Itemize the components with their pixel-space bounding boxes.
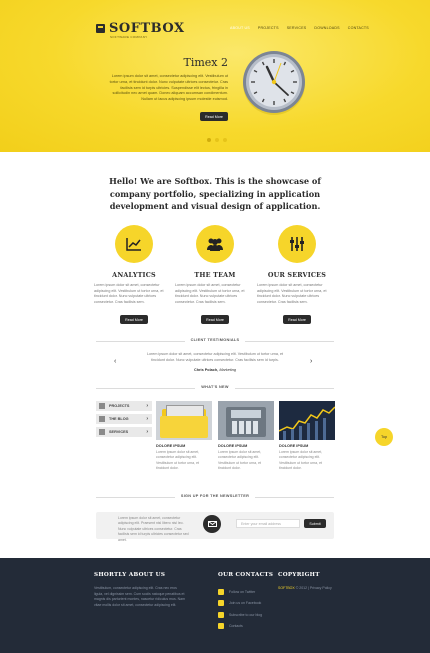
nav-item-services[interactable]: SERVICES bbox=[283, 26, 311, 30]
footer-copyright-heading: COPYRIGHT bbox=[278, 572, 320, 578]
services-icon bbox=[99, 429, 105, 435]
testimonial-author: Chris Polach, Marketing bbox=[0, 368, 430, 372]
contact-label: Contacts bbox=[229, 624, 243, 629]
rss-icon bbox=[218, 611, 224, 618]
contact-facebook[interactable]: Join us on Facebook bbox=[218, 598, 262, 610]
nav-item-projects[interactable]: PROJECTS bbox=[254, 26, 283, 30]
logo-title: SOFTBOX bbox=[109, 21, 185, 36]
footer-about-text: Vestibulum, consectetur adipiscing elit.… bbox=[94, 586, 186, 607]
contact-blog[interactable]: Subscribe to our blog bbox=[218, 609, 262, 621]
feature-analytics: ANALYTICS Lorem ipsum dolor sit amet, co… bbox=[94, 225, 174, 325]
footer-contacts: Follow on Twitter Join us on Facebook Su… bbox=[218, 586, 262, 632]
news-title[interactable]: DOLORE IPSUM bbox=[279, 444, 335, 448]
feature-text: Lorem ipsum dolor sit amet, consectetur … bbox=[257, 283, 327, 304]
team-icon bbox=[196, 225, 234, 263]
news-text: Lorem ipsum dolor sit amet, consectetur … bbox=[279, 450, 323, 471]
slider-dot-3[interactable] bbox=[223, 138, 227, 142]
chevron-right-icon: › bbox=[146, 403, 148, 409]
copyright-brand[interactable]: SOFTBOX bbox=[278, 586, 295, 590]
logo-tagline: SOFTWARE COMPANY bbox=[110, 35, 148, 39]
feature-title: OUR SERVICES bbox=[267, 271, 327, 279]
facebook-icon bbox=[218, 600, 224, 607]
envelope-icon bbox=[203, 515, 221, 533]
submit-button[interactable]: Submit bbox=[304, 519, 326, 528]
footer-about-heading: SHORTLY ABOUT US bbox=[94, 572, 166, 578]
contact-contacts[interactable]: Contacts bbox=[218, 621, 262, 633]
menu-item-services[interactable]: SERVICES › bbox=[96, 427, 152, 437]
chevron-right-icon: › bbox=[146, 429, 148, 435]
contact-label: Subscribe to our blog bbox=[229, 612, 263, 617]
whats-new-label: WHAT'S NEW bbox=[195, 385, 235, 389]
sliders-icon bbox=[278, 225, 316, 263]
nav-item-about[interactable]: ABOUT US bbox=[226, 26, 254, 30]
menu-item-label: THE BLOG bbox=[109, 417, 129, 421]
folders-image[interactable] bbox=[156, 401, 212, 440]
intro-heading: Hello! We are Softbox. This is the showc… bbox=[109, 176, 321, 211]
news-item: DOLORE IPSUM Lorem ipsum dolor sit amet,… bbox=[279, 401, 335, 472]
copyright-text: © 2012 | Privacy Policy bbox=[295, 586, 332, 590]
menu-item-blog[interactable]: THE BLOG › bbox=[96, 414, 152, 424]
testimonials-label: CLIENT TESTIMONIALS bbox=[184, 338, 246, 342]
blog-icon bbox=[99, 416, 105, 422]
slider-dot-2[interactable] bbox=[215, 138, 219, 142]
clock-image bbox=[243, 51, 305, 115]
feature-team: THE TEAM Lorem ipsum dolor sit amet, con… bbox=[175, 225, 255, 325]
newsletter-heading: SIGN UP FOR THE NEWSLETTER bbox=[0, 494, 430, 498]
newsletter-label: SIGN UP FOR THE NEWSLETTER bbox=[174, 494, 256, 498]
news-title[interactable]: DOLORE IPSUM bbox=[156, 444, 212, 448]
footer-contacts-heading: OUR CONTACTS bbox=[218, 572, 274, 578]
read-more-button[interactable]: Read More bbox=[120, 315, 148, 325]
slider-pagination bbox=[207, 138, 227, 142]
contact-label: Follow on Twitter bbox=[229, 589, 256, 594]
logo[interactable]: SOFTBOX bbox=[96, 21, 185, 36]
whats-new-heading: WHAT'S NEW bbox=[0, 385, 430, 389]
menu-item-label: SERVICES bbox=[109, 430, 129, 434]
footer-copyright: SOFTBOX © 2012 | Privacy Policy bbox=[278, 586, 332, 590]
testimonial-text: Lorem ipsum dolor sit amet, consectetur … bbox=[146, 352, 284, 362]
back-to-top-button[interactable]: Top bbox=[375, 428, 393, 446]
whats-new-menu: PROJECTS › THE BLOG › SERVICES › bbox=[96, 401, 152, 440]
twitter-icon bbox=[218, 588, 224, 595]
feature-text: Lorem ipsum dolor sit amet, consectetur … bbox=[94, 283, 164, 304]
stock-chart-image[interactable] bbox=[279, 401, 335, 440]
email-input[interactable]: Enter your email address bbox=[236, 519, 300, 528]
hero-title: Timex 2 bbox=[183, 56, 229, 69]
testimonials-heading: CLIENT TESTIMONIALS bbox=[0, 338, 430, 342]
feature-services: OUR SERVICES Lorem ipsum dolor sit amet,… bbox=[257, 225, 337, 325]
newsletter-text: Lorem ipsum dolor sit amet, consectetur … bbox=[118, 516, 189, 542]
author-name: Chris Polach, bbox=[194, 368, 219, 372]
contact-label: Join us on Facebook bbox=[229, 601, 262, 606]
menu-item-label: PROJECTS bbox=[109, 404, 130, 408]
footer bbox=[0, 558, 430, 653]
chevron-right-icon: › bbox=[146, 416, 148, 422]
news-item: DOLORE IPSUM Lorem ipsum dolor sit amet,… bbox=[218, 401, 274, 472]
read-more-button[interactable]: Read More bbox=[283, 315, 311, 325]
read-more-button[interactable]: Read More bbox=[201, 315, 229, 325]
news-item: DOLORE IPSUM Lorem ipsum dolor sit amet,… bbox=[156, 401, 212, 472]
prev-arrow-icon[interactable]: ‹ bbox=[114, 358, 116, 365]
next-arrow-icon[interactable]: › bbox=[310, 358, 312, 365]
phone-image[interactable] bbox=[218, 401, 274, 440]
news-text: Lorem ipsum dolor sit amet, consectetur … bbox=[156, 450, 200, 471]
feature-text: Lorem ipsum dolor sit amet, consectetur … bbox=[175, 283, 245, 304]
news-title[interactable]: DOLORE IPSUM bbox=[218, 444, 274, 448]
author-role: Marketing bbox=[219, 368, 236, 372]
slider-dot-1[interactable] bbox=[207, 138, 211, 142]
menu-item-projects[interactable]: PROJECTS › bbox=[96, 401, 152, 411]
contact-twitter[interactable]: Follow on Twitter bbox=[218, 586, 262, 598]
feature-title: ANALYTICS bbox=[112, 271, 156, 279]
nav-item-contacts[interactable]: CONTACTS bbox=[344, 26, 373, 30]
hero-text: Lorem ipsum dolor sit amet, consectetur … bbox=[109, 74, 228, 102]
hero-read-more-button[interactable]: Read More bbox=[200, 112, 228, 121]
main-nav: ABOUT US PROJECTS SERVICES DOWNLOADS CON… bbox=[226, 26, 373, 30]
news-text: Lorem ipsum dolor sit amet, consectetur … bbox=[218, 450, 262, 471]
nav-item-downloads[interactable]: DOWNLOADS bbox=[310, 26, 343, 30]
box-icon bbox=[96, 24, 105, 33]
envelope-icon bbox=[218, 623, 224, 630]
chart-icon bbox=[115, 225, 153, 263]
feature-title: THE TEAM bbox=[194, 271, 236, 279]
grid-icon bbox=[99, 403, 105, 409]
